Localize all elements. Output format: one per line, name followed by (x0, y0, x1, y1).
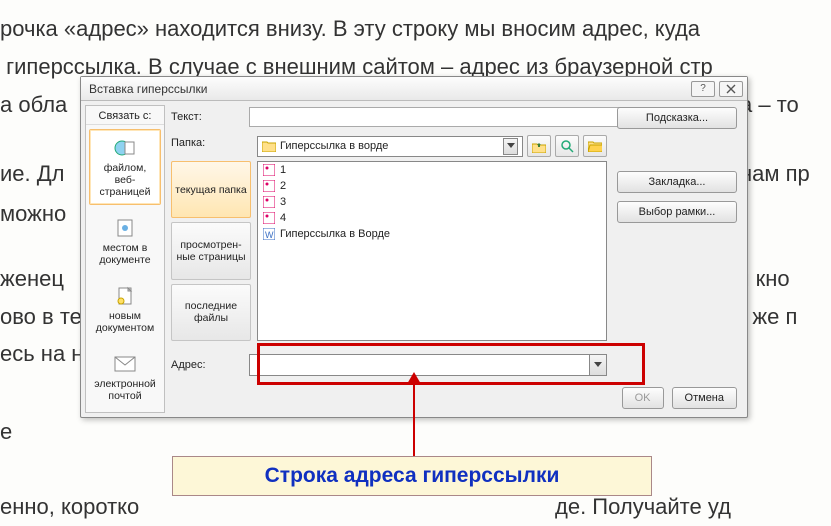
close-button[interactable] (719, 81, 743, 97)
link-to-label-text: новым документом (96, 310, 154, 334)
chevron-down-icon[interactable] (589, 355, 606, 375)
globe-file-icon (113, 136, 137, 160)
arrow-line (413, 378, 415, 460)
link-to-label: Связать с: (86, 106, 164, 125)
text-label: Текст: (171, 111, 249, 123)
help-button[interactable]: ? (691, 81, 715, 97)
list-item[interactable]: 4 (258, 210, 606, 226)
dialog-action-buttons: OK Отмена (622, 387, 737, 409)
address-row: Адрес: (171, 349, 607, 381)
email-icon (113, 352, 137, 376)
bookmark-button[interactable]: Закладка... (617, 171, 737, 193)
bookmark-place-icon (113, 216, 137, 240)
file-list[interactable]: 1 2 3 4 W Гиперссылка в Ворде (257, 161, 607, 341)
image-file-icon (262, 179, 276, 193)
doc-text: рочка «адрес» находится внизу. В эту стр… (0, 10, 700, 48)
link-to-panel: Связать с: файлом, веб-страницей местом … (85, 105, 165, 413)
look-in-row: Гиперссылка в ворде (257, 135, 607, 157)
svg-text:W: W (265, 230, 274, 240)
link-to-new-doc[interactable]: новым документом (89, 277, 161, 341)
insert-hyperlink-dialog: Вставка гиперссылки ? Текст: Подсказка..… (80, 76, 748, 418)
annotation-callout: Строка адреса гиперссылки (172, 456, 652, 496)
browsed-pages-button[interactable]: просмотрен-ные страницы (171, 222, 251, 279)
doc-text: ово в те (0, 298, 82, 336)
current-folder-button[interactable]: текущая папка (171, 161, 251, 218)
file-name: 3 (280, 196, 286, 208)
link-to-label-text: файлом, веб-страницей (99, 162, 150, 198)
link-to-email[interactable]: электронной почтой (89, 345, 161, 409)
look-in-label: Папка: (171, 137, 249, 149)
list-item[interactable]: 3 (258, 194, 606, 210)
doc-text: нам пр (740, 155, 810, 193)
chevron-down-icon (503, 138, 518, 155)
new-doc-icon (113, 284, 137, 308)
file-name: Гиперссылка в Ворде (280, 228, 390, 240)
image-file-icon (262, 211, 276, 225)
address-input[interactable] (249, 354, 607, 376)
doc-text: можно (0, 195, 66, 233)
ok-button[interactable]: OK (622, 387, 664, 409)
open-folder-icon (588, 140, 602, 152)
folder-up-icon (532, 139, 546, 153)
link-to-place-in-doc[interactable]: местом в документе (89, 209, 161, 273)
doc-text: енно, коротко (0, 488, 139, 526)
link-to-label-text: электронной почтой (94, 378, 156, 402)
look-in-value: Гиперссылка в ворде (280, 140, 388, 152)
image-file-icon (262, 163, 276, 177)
address-label: Адрес: (171, 359, 249, 371)
word-file-icon: W (262, 227, 276, 241)
doc-text: ие. Дл (0, 155, 65, 193)
screen-tip-button[interactable]: Подсказка... (617, 107, 737, 129)
list-item[interactable]: 1 (258, 162, 606, 178)
recent-files-button[interactable]: последние файлы (171, 284, 251, 341)
browse-file-button[interactable] (583, 135, 607, 157)
dialog-titlebar: Вставка гиперссылки ? (81, 77, 747, 101)
browse-web-button[interactable] (555, 135, 579, 157)
search-web-icon (560, 139, 574, 153)
dialog-title: Вставка гиперссылки (89, 82, 687, 96)
folder-icon (262, 140, 276, 152)
doc-text: есь на н (0, 335, 83, 373)
up-one-level-button[interactable] (527, 135, 551, 157)
list-item[interactable]: W Гиперссылка в Ворде (258, 226, 606, 242)
file-name: 1 (280, 164, 286, 176)
file-name: 4 (280, 212, 286, 224)
doc-text: а – то (740, 86, 799, 124)
list-item[interactable]: 2 (258, 178, 606, 194)
doc-text: женец (0, 260, 64, 298)
target-frame-button[interactable]: Выбор рамки... (617, 201, 737, 223)
cancel-button[interactable]: Отмена (672, 387, 737, 409)
look-in-combo[interactable]: Гиперссылка в ворде (257, 136, 523, 157)
link-to-file-web[interactable]: файлом, веб-страницей (89, 129, 161, 205)
link-to-label-text: местом в документе (99, 242, 150, 266)
doc-text: е (0, 413, 12, 451)
image-file-icon (262, 195, 276, 209)
close-icon (726, 84, 736, 94)
file-name: 2 (280, 180, 286, 192)
